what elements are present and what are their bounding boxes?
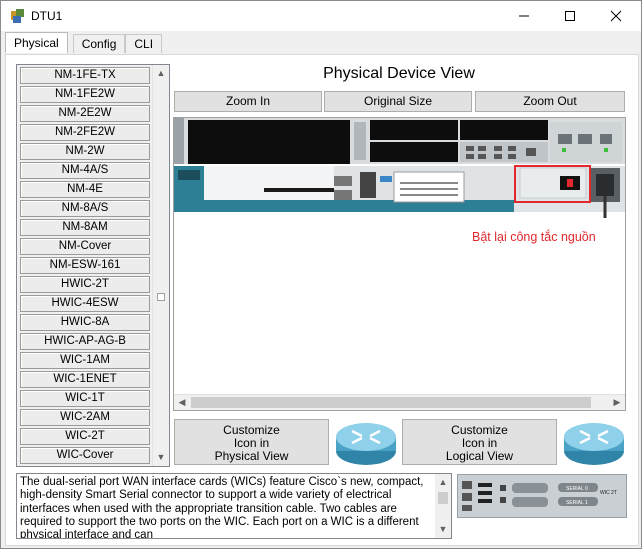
module-list-item[interactable]: WIC-2T: [20, 428, 150, 445]
module-list-item[interactable]: WIC-Cover: [20, 447, 150, 464]
module-list-item[interactable]: NM-1FE2W: [20, 86, 150, 103]
zoom-in-button[interactable]: Zoom In: [174, 91, 322, 112]
serial0-label: SERIAL 0: [566, 486, 588, 492]
module-list-item[interactable]: WIC-1AM: [20, 352, 150, 369]
wic-label: WIC 2T: [600, 490, 617, 496]
customize-logical-button[interactable]: Customize Icon in Logical View: [402, 419, 557, 465]
description-scrollbar[interactable]: ▲ ▼: [435, 474, 451, 538]
serial1-label: SERIAL 1: [566, 500, 588, 506]
maximize-icon: [565, 11, 575, 21]
scroll-up-icon[interactable]: ▲: [153, 65, 169, 82]
tab-config[interactable]: Config: [72, 34, 126, 53]
module-list-item[interactable]: NM-2FE2W: [20, 124, 150, 141]
description-scroll-thumb[interactable]: [438, 492, 448, 504]
tab-cli[interactable]: CLI: [125, 34, 163, 53]
scroll-up-icon[interactable]: ▲: [435, 474, 451, 491]
app-window: DTU1 Physical Config CLI NM-1FE-TX NM-1FE…: [0, 0, 642, 549]
wic-slot-2: [460, 120, 548, 140]
router-icon: [564, 423, 624, 465]
module-list-scrollbar[interactable]: ▲ ▼: [152, 65, 169, 466]
module-list-item[interactable]: WIC-1ENET: [20, 371, 150, 388]
module-list-item[interactable]: NM-2E2W: [20, 105, 150, 122]
close-button[interactable]: [593, 1, 639, 31]
nm-slot-0: [188, 120, 350, 164]
wic-slot-0: [370, 120, 458, 140]
scroll-down-icon[interactable]: ▼: [435, 521, 451, 538]
device-view-title: Physical Device View: [323, 65, 475, 82]
module-list-item[interactable]: HWIC-AP-AG-B: [20, 333, 150, 350]
module-list-item[interactable]: NM-8AM: [20, 219, 150, 236]
module-list-item[interactable]: HWIC-8A: [20, 314, 150, 331]
annotation-text: Bật lại công tắc nguồn: [472, 230, 596, 244]
window-title: DTU1: [31, 9, 63, 23]
description-text: The dual-serial port WAN interface cards…: [20, 476, 424, 539]
module-description[interactable]: The dual-serial port WAN interface cards…: [16, 473, 452, 539]
wic-slot-1: [370, 142, 458, 162]
physical-panel: NM-1FE-TX NM-1FE2W NM-2E2W NM-2FE2W NM-2W NM-…: [5, 54, 639, 546]
device-canvas[interactable]: Bật lại công tắc nguồn ◀ ▶: [173, 117, 626, 411]
module-list-item[interactable]: HWIC-4ESW: [20, 295, 150, 312]
tab-bar: Physical Config CLI: [5, 32, 163, 54]
module-list-item[interactable]: NM-2W: [20, 143, 150, 160]
module-list-item[interactable]: NM-8A/S: [20, 200, 150, 217]
minimize-button[interactable]: [501, 1, 547, 31]
hscroll-thumb[interactable]: [191, 397, 591, 408]
module-list-item[interactable]: NM-1FE-TX: [20, 67, 150, 84]
scroll-left-icon[interactable]: ◀: [174, 395, 190, 410]
customize-physical-line-3: Physical View: [214, 449, 289, 463]
router-icon: [336, 423, 396, 465]
module-list-items: NM-1FE-TX NM-1FE2W NM-2E2W NM-2FE2W NM-2W NM-…: [20, 67, 150, 466]
title-bar: DTU1: [1, 1, 641, 31]
router-chassis: [174, 118, 625, 218]
scroll-right-icon[interactable]: ▶: [609, 395, 625, 410]
module-list-item[interactable]: NM-Cover: [20, 238, 150, 255]
module-list: NM-1FE-TX NM-1FE2W NM-2E2W NM-2FE2W NM-2W NM-…: [16, 64, 170, 467]
module-list-item[interactable]: WIC-1T: [20, 390, 150, 407]
device-view-hscrollbar[interactable]: ◀ ▶: [174, 394, 625, 410]
original-size-button[interactable]: Original Size: [324, 91, 472, 112]
customize-physical-button[interactable]: Customize Icon in Physical View: [174, 419, 329, 465]
app-icon: [11, 9, 24, 23]
scroll-thumb[interactable]: [157, 293, 165, 301]
module-list-item[interactable]: NM-4E: [20, 181, 150, 198]
maximize-button[interactable]: [547, 1, 593, 31]
customize-logical-line-3: Logical View: [445, 449, 514, 463]
module-list-item[interactable]: NM-4A/S: [20, 162, 150, 179]
minimize-icon: [519, 15, 529, 17]
close-icon: [610, 10, 622, 22]
tab-physical[interactable]: Physical: [5, 32, 68, 53]
module-list-item[interactable]: NM-ESW-161: [20, 257, 150, 274]
module-list-item[interactable]: WIC-2AM: [20, 409, 150, 426]
module-preview-image: SERIAL 0 SERIAL 1 WIC 2T: [457, 474, 627, 518]
zoom-out-button[interactable]: Zoom Out: [475, 91, 625, 112]
module-list-item[interactable]: HWIC-2T: [20, 276, 150, 293]
scroll-down-icon[interactable]: ▼: [153, 449, 169, 466]
